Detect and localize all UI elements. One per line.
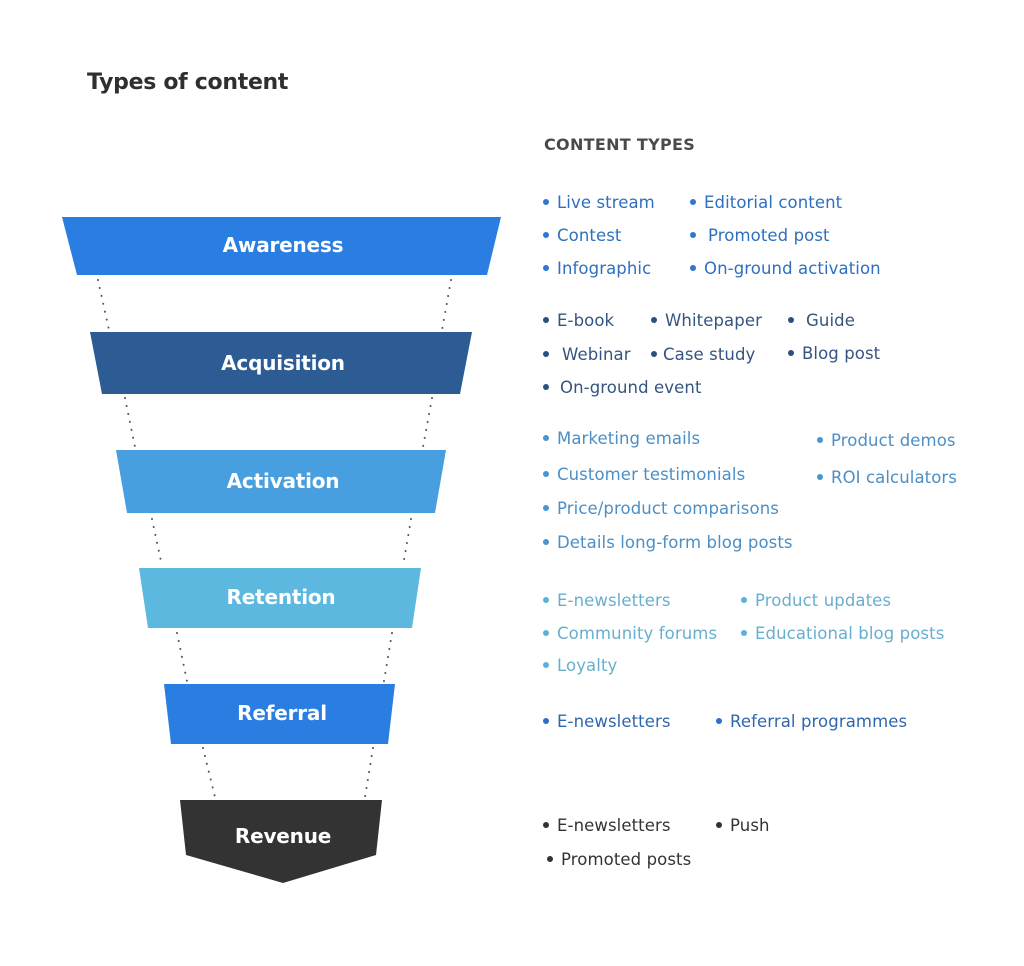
bullet-icon [543,504,549,511]
awareness-item: On-ground activation [690,259,881,278]
activation-item: ROI calculators [817,468,957,487]
activation-item: Price/product comparisons [543,499,779,518]
stage-label-awareness: Awareness [222,233,344,257]
stage-label-referral: Referral [237,701,327,725]
revenue-item: Push [716,816,770,835]
referral-item: Referral programmes [716,712,907,731]
acquisition-item: Guide [788,311,855,330]
bullet-icon [543,316,549,323]
activation-item: Product demos [817,431,956,450]
connector-activation-retention-right [402,518,412,567]
stage-label-revenue: Revenue [234,824,332,848]
retention-item: Community forums [543,624,717,643]
bullet-icon [543,264,549,271]
connector-referral-revenue-left [202,747,216,798]
bullet-icon [543,821,549,828]
bullet-icon [543,470,549,477]
retention-item: E-newsletters [543,591,671,610]
awareness-item: Promoted post [690,226,830,245]
bullet-icon [690,198,696,205]
bullet-icon [543,350,549,357]
retention-item: Loyalty [543,656,617,675]
connector-retention-referral-right [383,632,393,682]
acquisition-item: On-ground event [543,378,702,397]
bullet-icon [788,316,794,323]
bullet-icon [543,434,549,441]
acquisition-item: E-book [543,311,614,330]
bullet-icon [741,629,747,636]
bullet-icon [543,661,549,668]
stage-label-activation: Activation [226,469,340,493]
bullet-icon [741,596,747,603]
bullet-icon [716,717,722,724]
connector-awareness-acquisition-right [441,279,452,331]
connector-acquisition-activation-right [422,397,433,448]
activation-item: Customer testimonials [543,465,745,484]
retention-item: Product updates [741,591,891,610]
bullet-icon [690,231,696,238]
bullet-icon [651,350,657,357]
retention-item: Educational blog posts [741,624,944,643]
bullet-icon [788,349,794,356]
acquisition-item: Whitepaper [651,311,762,330]
revenue-item: E-newsletters [543,816,671,835]
stage-label-retention: Retention [226,585,336,609]
connector-acquisition-activation-left [124,397,136,448]
awareness-item: Live stream [543,193,655,212]
awareness-item: Contest [543,226,621,245]
acquisition-item: Blog post [788,344,880,363]
bullet-icon [543,596,549,603]
activation-item: Details long-form blog posts [543,533,793,552]
acquisition-item: Webinar [543,345,631,364]
bullet-icon [817,473,823,480]
bullet-icon [543,383,549,390]
bullet-icon [543,629,549,636]
connector-referral-revenue-right [364,747,374,798]
connector-activation-retention-left [151,518,163,567]
acquisition-item: Case study [651,345,755,364]
bullet-icon [543,231,549,238]
bullet-icon [543,538,549,545]
awareness-item: Infographic [543,259,651,278]
bullet-icon [543,717,549,724]
bullet-icon [651,316,657,323]
bullet-icon [547,855,553,862]
connector-retention-referral-left [176,632,188,682]
activation-item: Marketing emails [543,429,700,448]
connector-awareness-acquisition-left [97,279,110,331]
bullet-icon [543,198,549,205]
referral-item: E-newsletters [543,712,671,731]
awareness-item: Editorial content [690,193,842,212]
bullet-icon [716,821,722,828]
bullet-icon [690,264,696,271]
revenue-item: Promoted posts [547,850,691,869]
stage-label-acquisition: Acquisition [221,351,345,375]
bullet-icon [817,436,823,443]
